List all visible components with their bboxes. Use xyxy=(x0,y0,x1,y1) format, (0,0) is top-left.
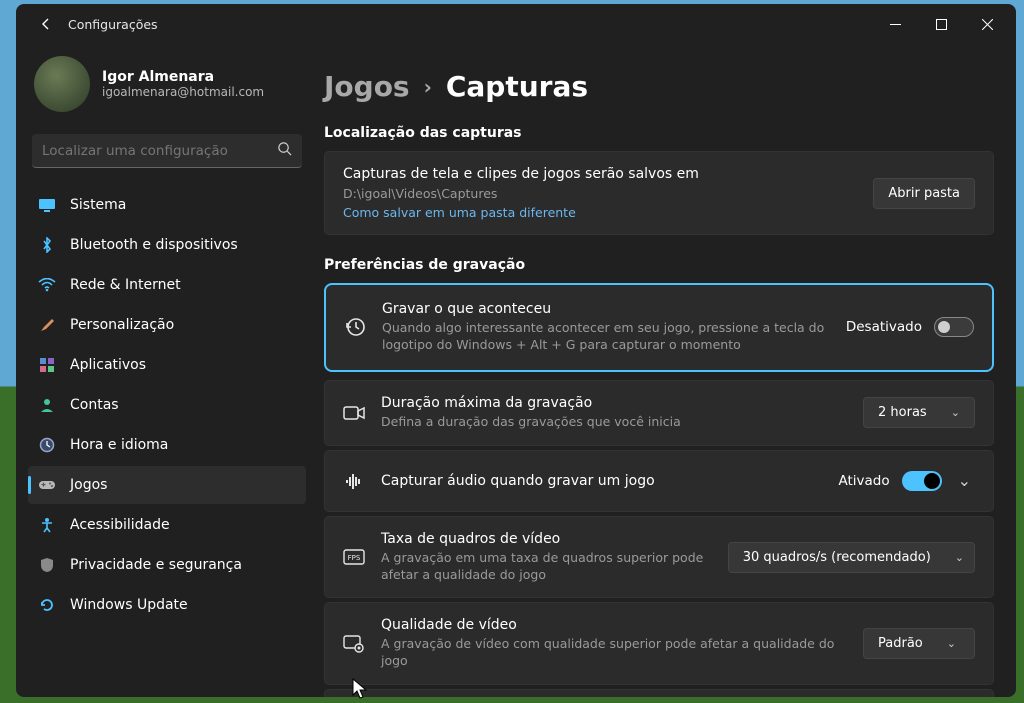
display-icon xyxy=(38,196,56,214)
avatar xyxy=(34,56,90,112)
fps-row: FPS Taxa de quadros de vídeo A gravação … xyxy=(324,516,994,599)
minimize-button[interactable] xyxy=(872,8,918,40)
row-sub: Quando algo interessante acontecer em se… xyxy=(382,320,830,354)
titlebar: Configurações xyxy=(16,4,1016,44)
sidebar: Igor Almenara igoalmenara@hotmail.com Si… xyxy=(16,44,314,697)
max-duration-row: Duração máxima da gravação Defina a dura… xyxy=(324,380,994,446)
row-sub: A gravação de vídeo com qualidade superi… xyxy=(381,636,847,670)
search-input[interactable] xyxy=(42,143,277,159)
sidebar-item-privacidade[interactable]: Privacidade e segurança xyxy=(28,546,306,584)
capture-audio-row[interactable]: Capturar áudio quando gravar um jogo Ati… xyxy=(324,450,994,512)
nav-label: Sistema xyxy=(70,197,126,213)
chevron-down-icon: ⌄ xyxy=(947,637,956,650)
row-title: Capturar áudio quando gravar um jogo xyxy=(381,473,822,489)
chevron-right-icon: › xyxy=(424,75,432,99)
fps-select[interactable]: 30 quadros/s (recomendado) ⌄ xyxy=(728,542,975,573)
sidebar-item-sistema[interactable]: Sistema xyxy=(28,186,306,224)
update-icon xyxy=(38,596,56,614)
nav-label: Rede & Internet xyxy=(70,277,181,293)
breadcrumb-parent[interactable]: Jogos xyxy=(324,70,410,103)
sidebar-item-hora[interactable]: Hora e idioma xyxy=(28,426,306,464)
main-content: Jogos › Capturas Localização das captura… xyxy=(314,44,1016,697)
audio-icon xyxy=(343,473,365,489)
nav: Sistema Bluetooth e dispositivos Rede & … xyxy=(28,186,306,624)
breadcrumb-current: Capturas xyxy=(446,70,588,103)
row-sub: A gravação em uma taxa de quadros superi… xyxy=(381,550,712,584)
nav-label: Personalização xyxy=(70,317,174,333)
maximize-button[interactable] xyxy=(918,8,964,40)
profile-email: igoalmenara@hotmail.com xyxy=(102,85,264,99)
sidebar-item-bluetooth[interactable]: Bluetooth e dispositivos xyxy=(28,226,306,264)
section-title-location: Localização das capturas xyxy=(324,125,994,141)
search-icon xyxy=(277,141,292,160)
bluetooth-icon xyxy=(38,236,56,254)
duration-select[interactable]: 2 horas ⌄ xyxy=(863,397,975,428)
nav-label: Acessibilidade xyxy=(70,517,170,533)
sidebar-item-jogos[interactable]: Jogos xyxy=(28,466,306,504)
audio-toggle[interactable] xyxy=(902,471,942,491)
accessibility-icon xyxy=(38,516,56,534)
nav-label: Hora e idioma xyxy=(70,437,168,453)
profile[interactable]: Igor Almenara igoalmenara@hotmail.com xyxy=(28,50,306,130)
quality-row: Qualidade de vídeo A gravação de vídeo c… xyxy=(324,602,994,685)
row-sub: Defina a duração das gravações que você … xyxy=(381,414,847,431)
sidebar-item-personalizacao[interactable]: Personalização xyxy=(28,306,306,344)
svg-text:FPS: FPS xyxy=(348,554,361,562)
location-help-link[interactable]: Como salvar em uma pasta diferente xyxy=(343,205,699,220)
app-title: Configurações xyxy=(68,17,158,32)
expand-chevron[interactable]: ⌄ xyxy=(954,471,975,490)
clock-icon xyxy=(38,436,56,454)
breadcrumb: Jogos › Capturas xyxy=(324,70,994,103)
nav-label: Privacidade e segurança xyxy=(70,557,242,573)
camera-icon xyxy=(343,405,365,421)
nav-label: Jogos xyxy=(70,477,107,493)
row-title: Gravar o que aconteceu xyxy=(382,301,830,317)
nav-label: Aplicativos xyxy=(70,357,146,373)
row-title: Taxa de quadros de vídeo xyxy=(381,531,712,547)
shield-icon xyxy=(38,556,56,574)
sidebar-item-aplicativos[interactable]: Aplicativos xyxy=(28,346,306,384)
capture-location-card: Capturas de tela e clipes de jogos serão… xyxy=(324,151,994,235)
wifi-icon xyxy=(38,276,56,294)
location-path: D:\igoal\Videos\Captures xyxy=(343,186,699,201)
quality-icon xyxy=(343,635,365,653)
nav-label: Contas xyxy=(70,397,119,413)
sidebar-item-acessibilidade[interactable]: Acessibilidade xyxy=(28,506,306,544)
sidebar-item-contas[interactable]: Contas xyxy=(28,386,306,424)
nav-label: Bluetooth e dispositivos xyxy=(70,237,238,253)
record-history-icon xyxy=(344,316,366,338)
open-folder-button[interactable]: Abrir pasta xyxy=(873,178,975,209)
record-what-happened-row: Gravar o que aconteceu Quando algo inter… xyxy=(324,283,994,372)
search-box[interactable] xyxy=(32,134,302,168)
apps-icon xyxy=(38,356,56,374)
profile-name: Igor Almenara xyxy=(102,69,264,85)
fps-icon: FPS xyxy=(343,549,365,565)
settings-window: Configurações Igor Almenara igoalmenara@… xyxy=(16,4,1016,697)
select-value: Padrão xyxy=(878,636,923,651)
toggle-state-label: Ativado xyxy=(838,473,889,489)
chevron-down-icon: ⌄ xyxy=(951,406,960,419)
row-title: Duração máxima da gravação xyxy=(381,395,847,411)
person-icon xyxy=(38,396,56,414)
sidebar-item-rede[interactable]: Rede & Internet xyxy=(28,266,306,304)
gamepad-icon xyxy=(38,476,56,494)
section-title-prefs: Preferências de gravação xyxy=(324,257,994,273)
brush-icon xyxy=(38,316,56,334)
row-title: Qualidade de vídeo xyxy=(381,617,847,633)
window-controls xyxy=(872,8,1010,40)
nav-label: Windows Update xyxy=(70,597,188,613)
quality-select[interactable]: Padrão ⌄ xyxy=(863,628,975,659)
sidebar-item-windows-update[interactable]: Windows Update xyxy=(28,586,306,624)
select-value: 30 quadros/s (recomendado) xyxy=(743,550,931,565)
close-button[interactable] xyxy=(964,8,1010,40)
chevron-down-icon: ⌄ xyxy=(955,551,964,564)
cursor-row: Capturar o cursor do mouse ao gravar um … xyxy=(324,689,994,697)
back-button[interactable] xyxy=(30,8,62,40)
select-value: 2 horas xyxy=(878,405,927,420)
record-toggle[interactable] xyxy=(934,317,974,337)
location-title: Capturas de tela e clipes de jogos serão… xyxy=(343,166,699,182)
toggle-state-label: Desativado xyxy=(846,319,922,335)
